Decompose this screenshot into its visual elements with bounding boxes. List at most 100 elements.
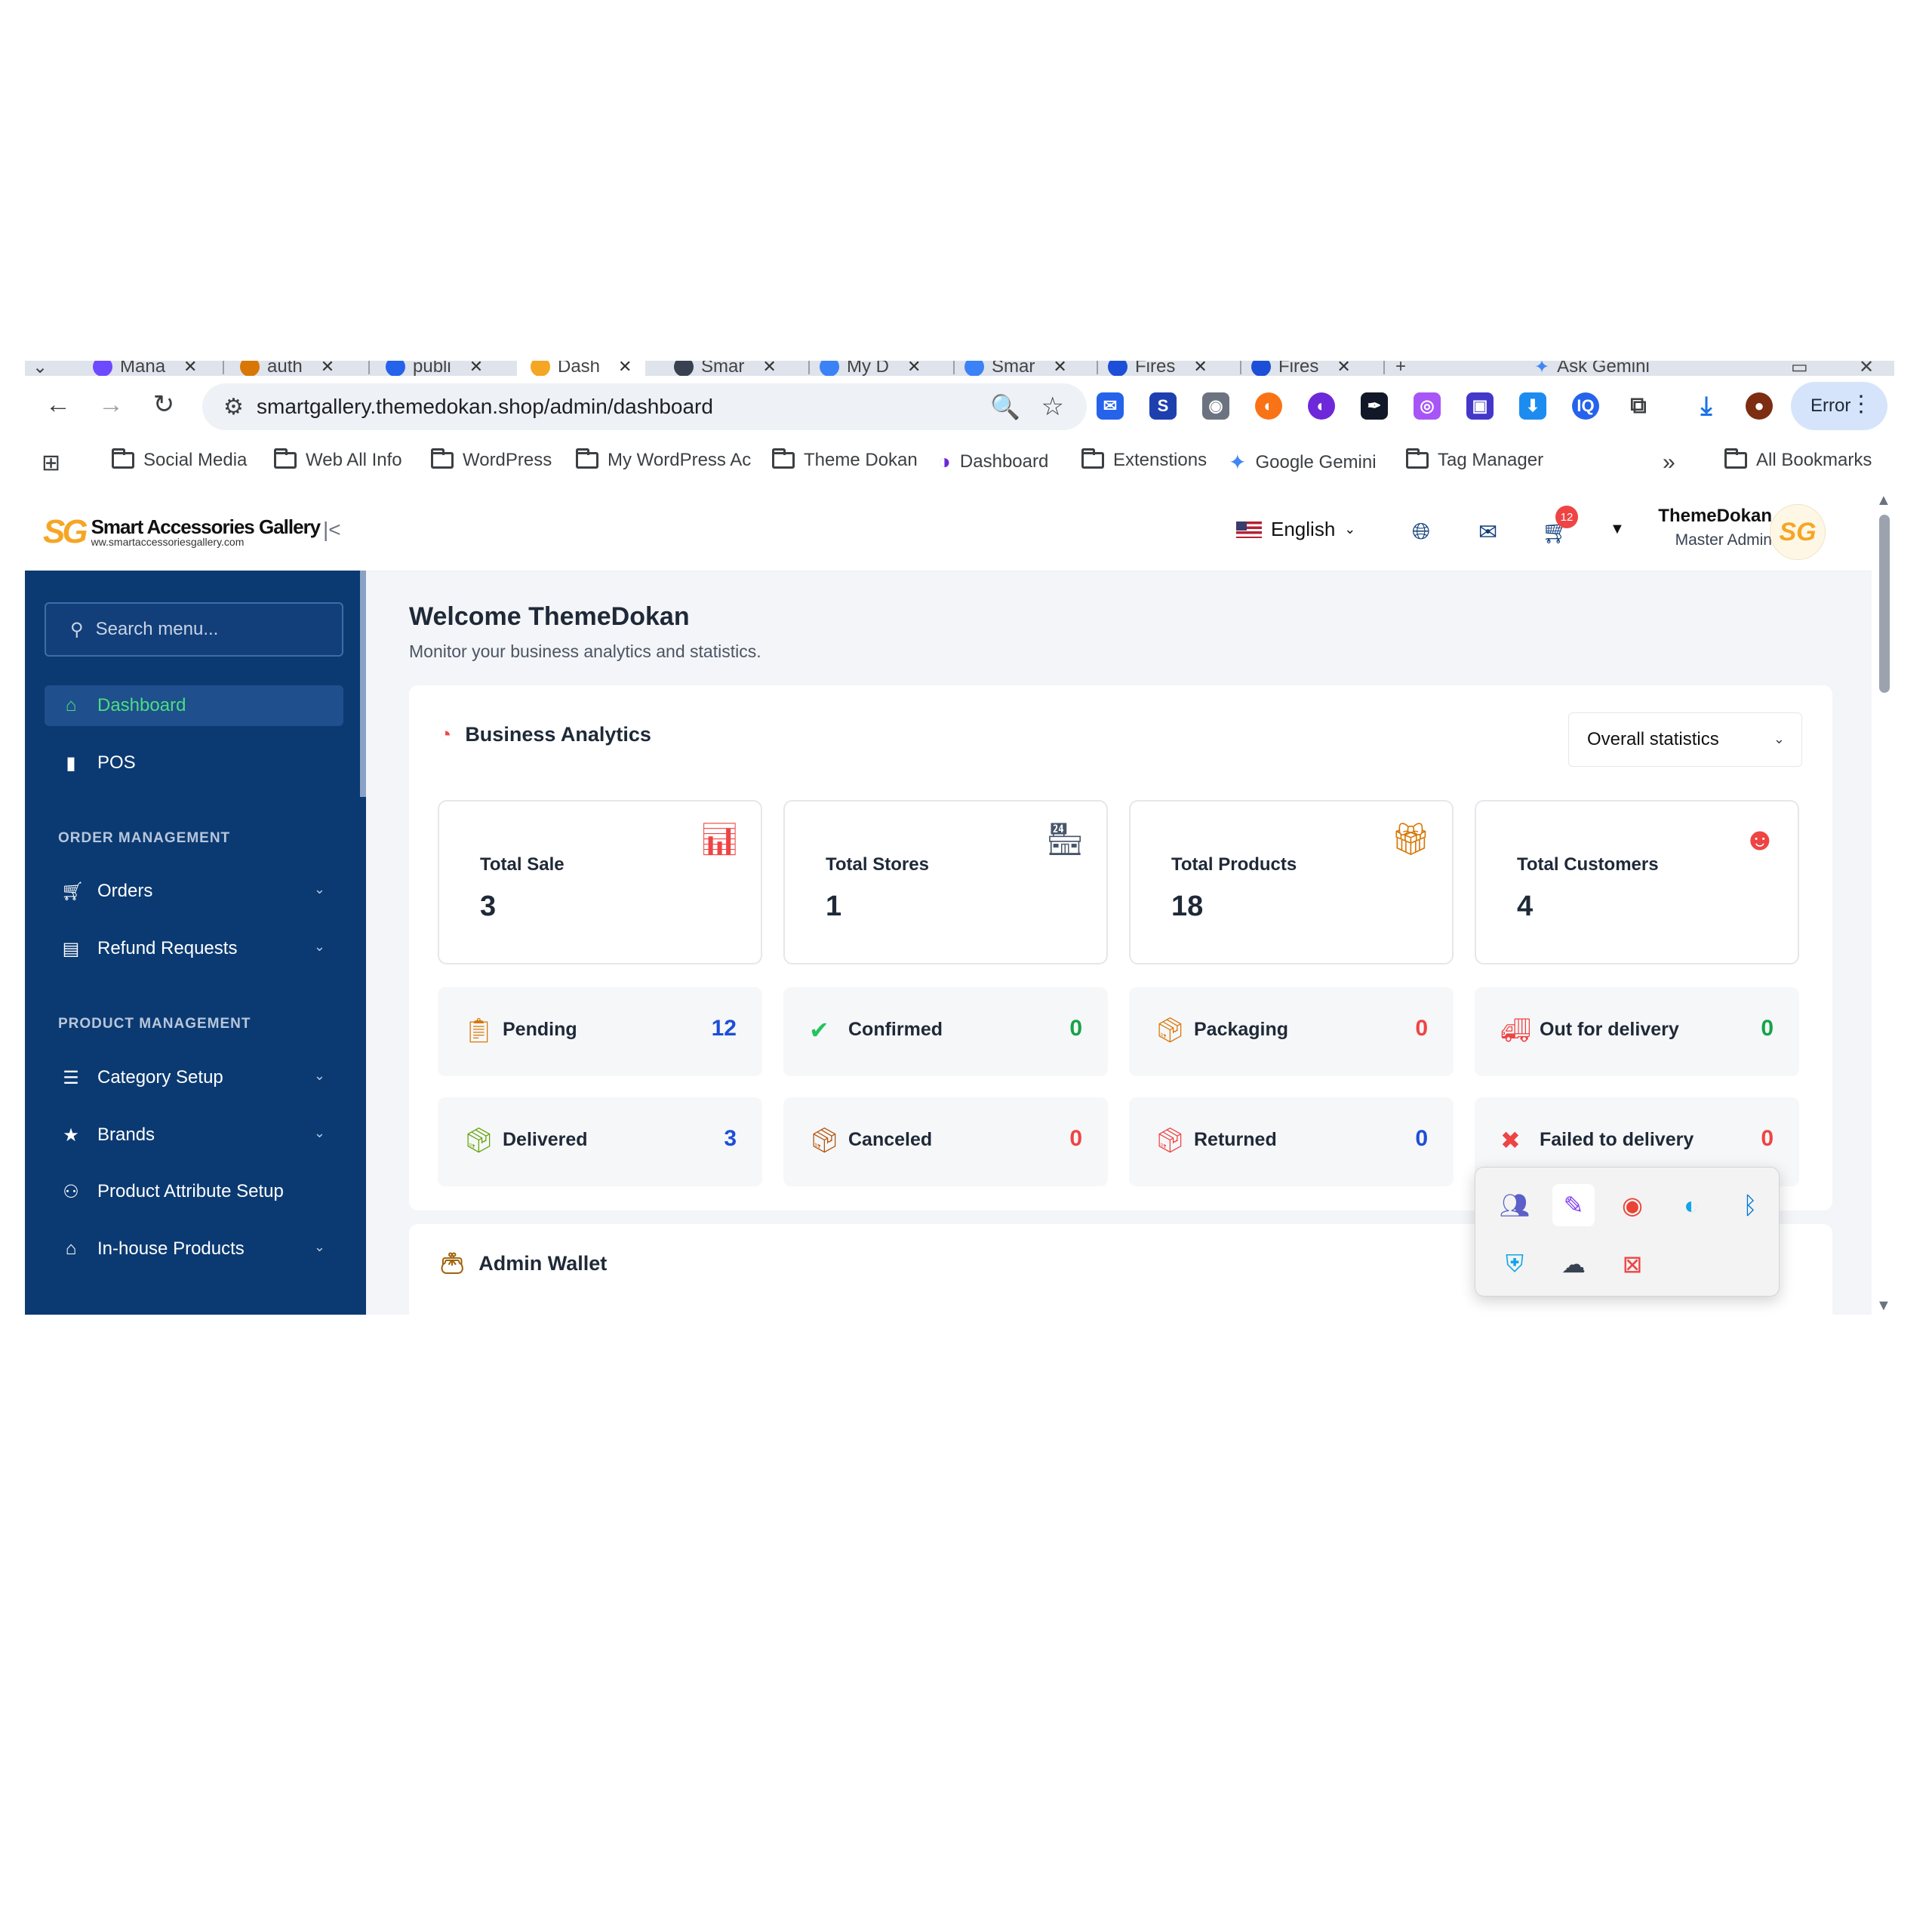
sidebar-item-category-setup[interactable]: ☰ Category Setup ⌄ bbox=[45, 1057, 343, 1098]
download-extension-icon[interactable]: ⬇ bbox=[1519, 392, 1546, 420]
sidebar-item-pos[interactable]: ▮ POS bbox=[45, 743, 343, 783]
order-status-confirmed[interactable]: ✔ Confirmed 0 bbox=[783, 987, 1108, 1076]
window-restore-button[interactable]: ▭ bbox=[1791, 361, 1808, 376]
sidebar-item-brands[interactable]: ★ Brands ⌄ bbox=[45, 1115, 343, 1155]
bookmark-folder[interactable]: Web All Info bbox=[274, 448, 402, 471]
url-text[interactable]: smartgallery.themedokan.shop/admin/dashb… bbox=[257, 395, 713, 419]
apps-grid-icon[interactable]: ⊞ bbox=[42, 450, 60, 476]
chrome-icon[interactable]: ◉ bbox=[1611, 1184, 1654, 1226]
sidebar-item-in-house-products[interactable]: ⌂ In-house Products ⌄ bbox=[45, 1229, 343, 1269]
bookmark-link[interactable]: ◑ Dashboard bbox=[938, 450, 1048, 474]
statistics-filter-select[interactable]: Overall statistics ⌄ bbox=[1568, 712, 1802, 767]
envelope-icon[interactable]: ✉ bbox=[1478, 519, 1497, 546]
window-close-button[interactable]: ✕ bbox=[1859, 361, 1874, 376]
tab-close-icon[interactable]: ✕ bbox=[183, 361, 197, 376]
order-status-out-for-delivery[interactable]: 🚚︎ Out for delivery 0 bbox=[1475, 987, 1799, 1076]
back-button[interactable]: ← bbox=[40, 386, 76, 423]
order-status-delivered[interactable]: 📦︎ Delivered 3 bbox=[438, 1097, 762, 1186]
order-status-canceled[interactable]: 📦︎ Canceled 0 bbox=[783, 1097, 1108, 1186]
sidebar-item-product-attribute-setup[interactable]: ⚇ Product Attribute Setup bbox=[45, 1171, 343, 1212]
bluetooth-icon[interactable]: ᛒ bbox=[1729, 1184, 1771, 1226]
purple-extension-icon[interactable]: ◐ bbox=[1308, 392, 1335, 420]
iq-extension-icon[interactable]: IQ bbox=[1572, 392, 1599, 420]
tab-close-icon[interactable]: ✕ bbox=[321, 361, 334, 376]
address-bar[interactable]: ⚙ smartgallery.themedokan.shop/admin/das… bbox=[202, 383, 1087, 430]
bookmark-folder[interactable]: Theme Dokan bbox=[772, 448, 918, 471]
tab-2[interactable]: publi ✕ bbox=[386, 361, 483, 376]
tab-4[interactable]: Smar ✕ bbox=[674, 361, 777, 376]
avatar[interactable]: SG bbox=[1770, 504, 1826, 560]
more-bookmarks-button[interactable]: » bbox=[1663, 450, 1675, 475]
tab-6[interactable]: Smar ✕ bbox=[964, 361, 1067, 376]
s-extension-icon[interactable]: S bbox=[1149, 392, 1177, 420]
language-selector[interactable]: English ⌄ bbox=[1236, 518, 1355, 541]
tab-8[interactable]: Fires ✕ bbox=[1251, 361, 1351, 376]
new-tab-button[interactable]: + bbox=[1395, 361, 1406, 376]
tab-menu-chevron[interactable]: ⌄ bbox=[32, 361, 48, 376]
zoom-icon[interactable]: 🔍 bbox=[990, 392, 1020, 421]
sidebar-collapse-icon[interactable]: |< bbox=[323, 518, 341, 542]
orange-extension-icon[interactable]: ◐ bbox=[1255, 392, 1282, 420]
all-bookmarks-folder[interactable]: All Bookmarks bbox=[1724, 448, 1872, 471]
profile-error-button[interactable]: Error ⋮ bbox=[1791, 382, 1887, 430]
order-status-pending[interactable]: 📋︎ Pending 12 bbox=[438, 987, 762, 1076]
tab-1[interactable]: auth ✕ bbox=[240, 361, 334, 376]
sidebar-item-orders[interactable]: 🛒︎ Orders ⌄ bbox=[45, 871, 343, 912]
eyedropper-extension-icon[interactable]: ✒ bbox=[1361, 392, 1388, 420]
bookmark-link[interactable]: ✦ Google Gemini bbox=[1229, 450, 1377, 475]
order-status-returned[interactable]: 📦︎ Returned 0 bbox=[1129, 1097, 1454, 1186]
site-settings-icon[interactable]: ⚙ bbox=[223, 394, 244, 420]
bookmark-folder[interactable]: My WordPress Ac bbox=[576, 448, 751, 471]
tab-close-icon[interactable]: ✕ bbox=[907, 361, 921, 376]
signal-extension-icon[interactable]: ◎ bbox=[1414, 392, 1441, 420]
bookmark-folder[interactable]: Extenstions bbox=[1081, 448, 1207, 471]
profile-avatar-icon[interactable]: ● bbox=[1746, 392, 1773, 420]
bookmark-folder[interactable]: WordPress bbox=[431, 448, 552, 471]
mail-extension-icon[interactable]: ✉ bbox=[1097, 392, 1124, 420]
edge-icon[interactable]: ◐ bbox=[1670, 1184, 1712, 1226]
sidebar-item-refund-requests[interactable]: ▤ Refund Requests ⌄ bbox=[45, 928, 343, 969]
tab-favicon-icon bbox=[964, 361, 984, 376]
tab-close-icon[interactable]: ✕ bbox=[1053, 361, 1066, 376]
sidebar-scrollbar[interactable] bbox=[360, 571, 366, 797]
tab-5[interactable]: My D ✕ bbox=[820, 361, 921, 376]
chevron-down-icon: ⌄ bbox=[32, 361, 48, 376]
tab-0[interactable]: Mana ✕ bbox=[93, 361, 197, 376]
tab-close-icon[interactable]: ✕ bbox=[762, 361, 776, 376]
cloud-warning-icon[interactable]: ☁ bbox=[1552, 1243, 1595, 1285]
scrollbar-thumb[interactable] bbox=[1879, 515, 1890, 693]
tab-favicon-icon bbox=[531, 361, 550, 376]
tab-close-icon[interactable]: ✕ bbox=[469, 361, 483, 376]
puzzle-extensions-icon[interactable]: ⧉ bbox=[1625, 392, 1652, 420]
kebab-menu-icon[interactable]: ⋮ bbox=[1850, 391, 1872, 417]
bookmark-folder[interactable]: Tag Manager bbox=[1406, 448, 1543, 471]
tab-close-icon[interactable]: ✕ bbox=[1337, 361, 1350, 376]
scroll-up-icon[interactable]: ▲ bbox=[1876, 492, 1891, 509]
sidebar-search-input[interactable]: ⚲ Search menu... bbox=[45, 602, 343, 657]
teams-icon[interactable]: 👥︎ bbox=[1494, 1184, 1536, 1226]
reload-button[interactable]: ↻ bbox=[146, 386, 182, 423]
pen-icon[interactable]: ✎ bbox=[1552, 1184, 1595, 1226]
app-error-icon[interactable]: ⊠ bbox=[1611, 1243, 1654, 1285]
bookmark-star-icon[interactable]: ☆ bbox=[1041, 392, 1064, 422]
camera-extension-icon[interactable]: ◉ bbox=[1202, 392, 1229, 420]
tab-close-icon[interactable]: ✕ bbox=[1193, 361, 1207, 376]
user-menu[interactable]: ThemeDokan Master Admin bbox=[1614, 506, 1772, 549]
security-warning-icon[interactable]: ⛨ bbox=[1494, 1243, 1536, 1285]
tab-close-icon[interactable]: ✕ bbox=[618, 361, 632, 376]
image-extension-icon[interactable]: ▣ bbox=[1466, 392, 1494, 420]
scroll-down-icon[interactable]: ▼ bbox=[1876, 1297, 1891, 1315]
globe-icon[interactable]: 🌐︎ bbox=[1412, 519, 1430, 545]
page-scrollbar[interactable]: ▲ ▼ bbox=[1872, 491, 1894, 1315]
sidebar-item-dashboard[interactable]: ⌂ Dashboard bbox=[45, 685, 343, 726]
package-icon: 📦︎ bbox=[1155, 1017, 1186, 1044]
forward-button[interactable]: → bbox=[93, 386, 129, 423]
order-status-packaging[interactable]: 📦︎ Packaging 0 bbox=[1129, 987, 1454, 1076]
brand-logo[interactable]: SG Smart Accessories Gallery ww.smartacc… bbox=[43, 513, 321, 551]
bookmark-folder[interactable]: Social Media bbox=[112, 448, 247, 471]
system-tray-overflow: 👥︎ ✎ ◉ ◐ ᛒ ⛨ ☁ ⊠ bbox=[1475, 1167, 1780, 1297]
ask-gemini-button[interactable]: ✦ Ask Gemini bbox=[1534, 361, 1650, 376]
tab-7[interactable]: Fires ✕ bbox=[1108, 361, 1208, 376]
downloads-icon[interactable]: ⤓ bbox=[1693, 392, 1720, 420]
tab-3-active[interactable]: Dash ✕ bbox=[517, 361, 646, 376]
